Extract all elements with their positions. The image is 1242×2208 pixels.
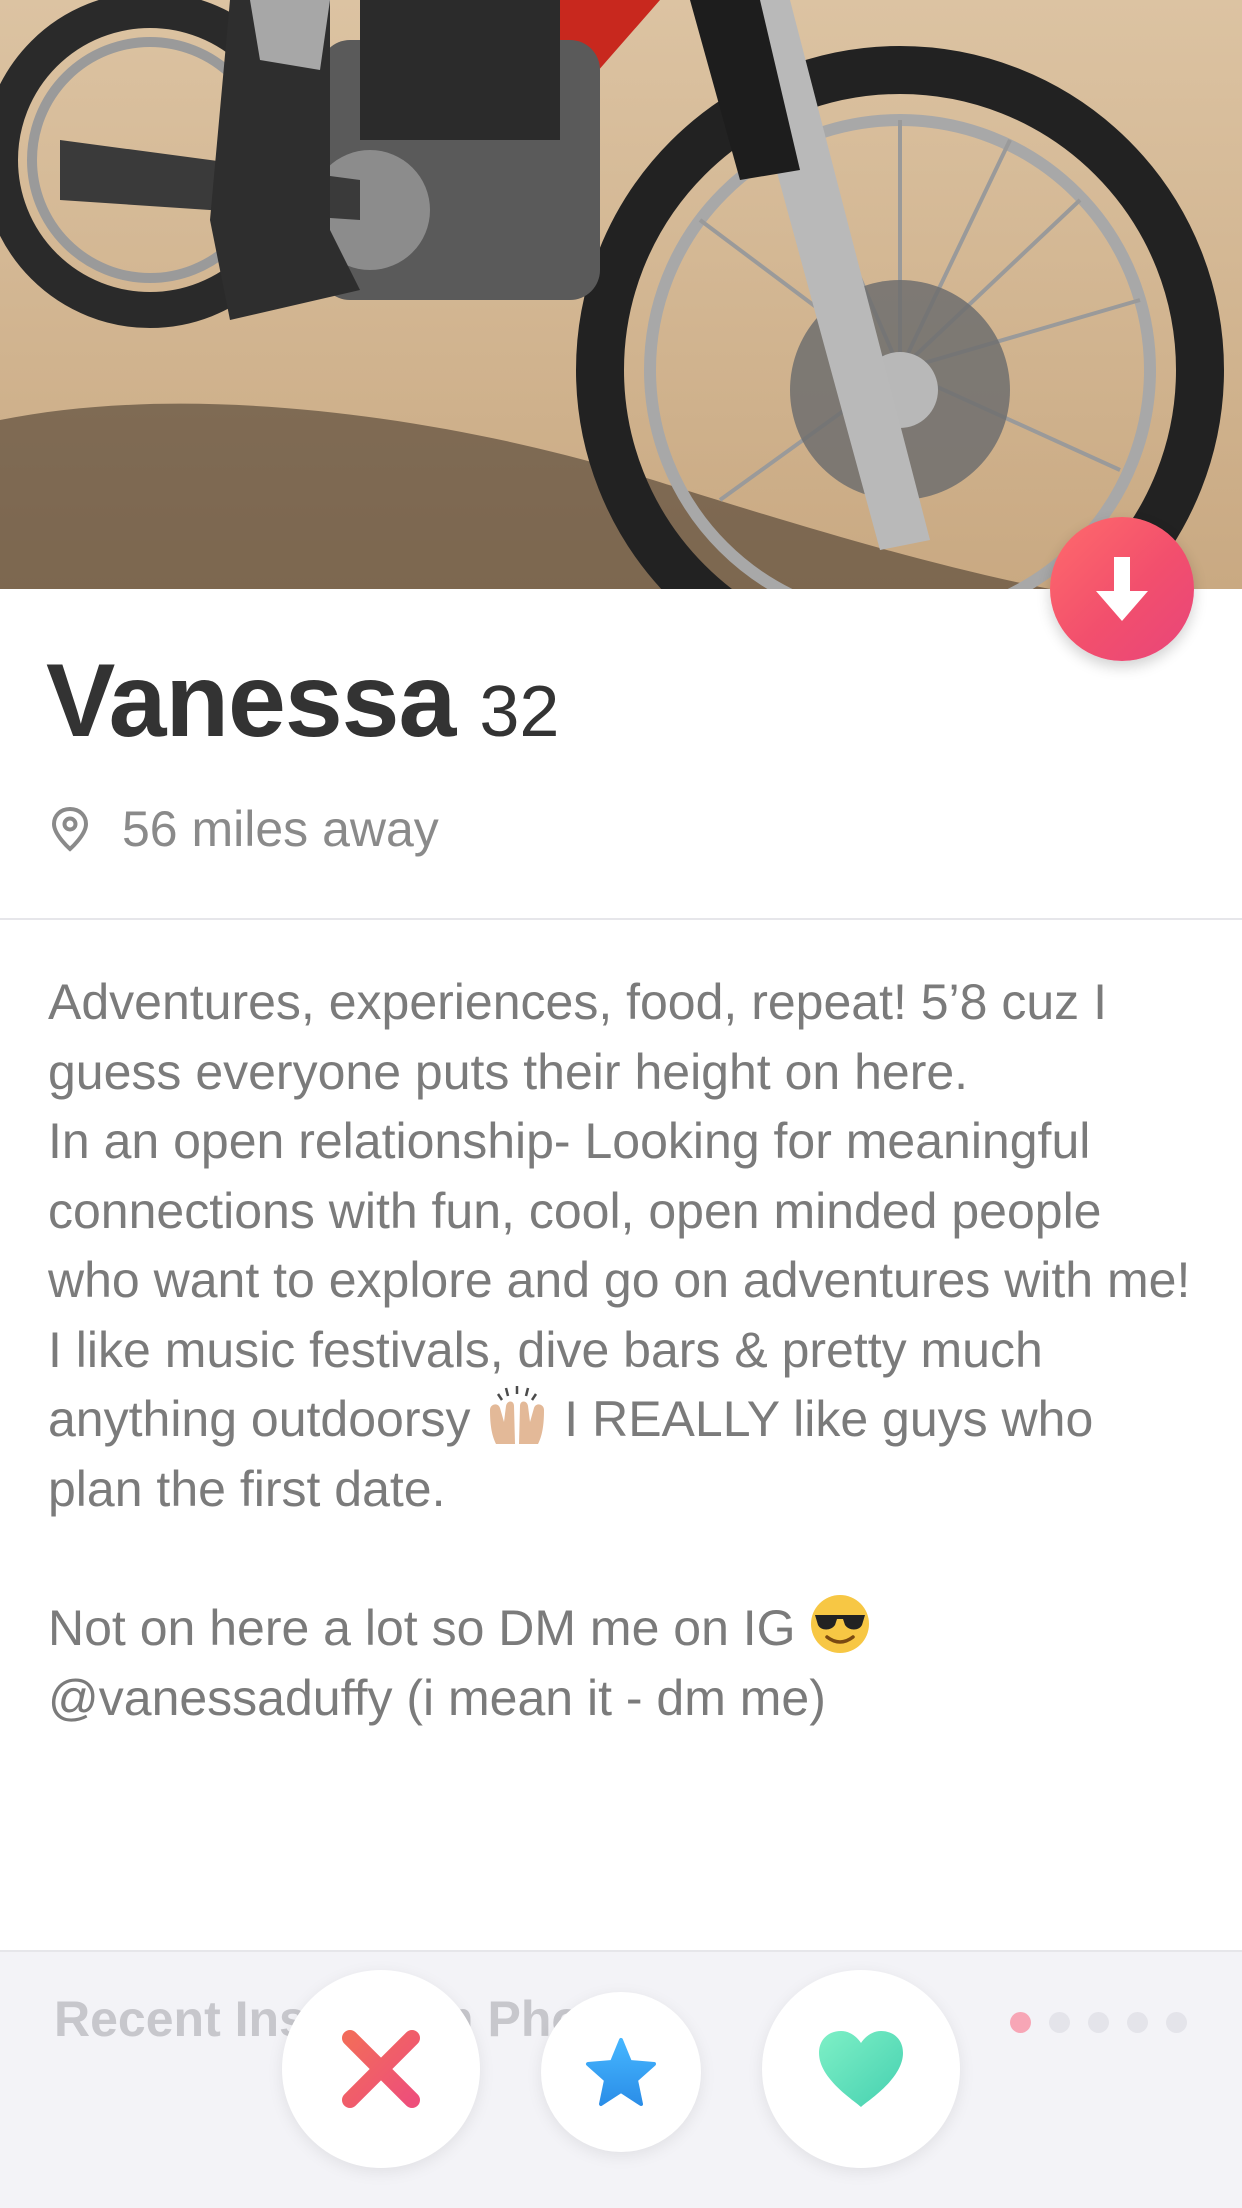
- divider: [0, 918, 1242, 920]
- bio-text: Not on here a lot so DM me on IG: [48, 1600, 810, 1656]
- bio-spacer: [48, 1524, 1198, 1593]
- page-dot[interactable]: [1088, 2012, 1109, 2033]
- super-like-button[interactable]: [541, 1992, 701, 2152]
- sunglasses-emoji-icon: [811, 1595, 870, 1653]
- bio-paragraph: Not on here a lot so DM me on IG @vaness…: [48, 1593, 1198, 1733]
- dirt-bike-photo: [0, 0, 1242, 589]
- profile-photo[interactable]: [0, 0, 1242, 589]
- bio-paragraph: Adventures, experiences, food, repeat! 5…: [48, 974, 1107, 1100]
- profile-header: Vanessa 32: [46, 642, 559, 762]
- page-dot[interactable]: [1010, 2012, 1031, 2033]
- distance-row: 56 miles away: [50, 800, 439, 858]
- distance-text: 56 miles away: [122, 801, 439, 857]
- star-icon: [586, 2038, 656, 2106]
- profile-age: 32: [479, 672, 560, 752]
- raising-hands-emoji-icon: [490, 1386, 545, 1444]
- instagram-page-dots: [1010, 2012, 1187, 2033]
- page-dot[interactable]: [1127, 2012, 1148, 2033]
- nope-button[interactable]: [282, 1970, 480, 2168]
- x-icon: [342, 2030, 420, 2108]
- collapse-profile-button[interactable]: [1050, 517, 1194, 661]
- heart-icon: [819, 2031, 903, 2107]
- page-dot[interactable]: [1049, 2012, 1070, 2033]
- arrow-down-icon: [1096, 557, 1148, 621]
- like-button[interactable]: [762, 1970, 960, 2168]
- page-dot[interactable]: [1166, 2012, 1187, 2033]
- profile-bio: Adventures, experiences, food, repeat! 5…: [48, 968, 1198, 1733]
- bio-text: @vanessaduffy (i mean it - dm me): [48, 1669, 826, 1726]
- profile-name: Vanessa: [46, 643, 456, 759]
- bio-paragraph: I like music festivals, dive bars & pret…: [48, 1316, 1198, 1525]
- bio-paragraph: In an open relationship- Looking for mea…: [48, 1113, 1191, 1308]
- location-pin-icon: [51, 806, 89, 852]
